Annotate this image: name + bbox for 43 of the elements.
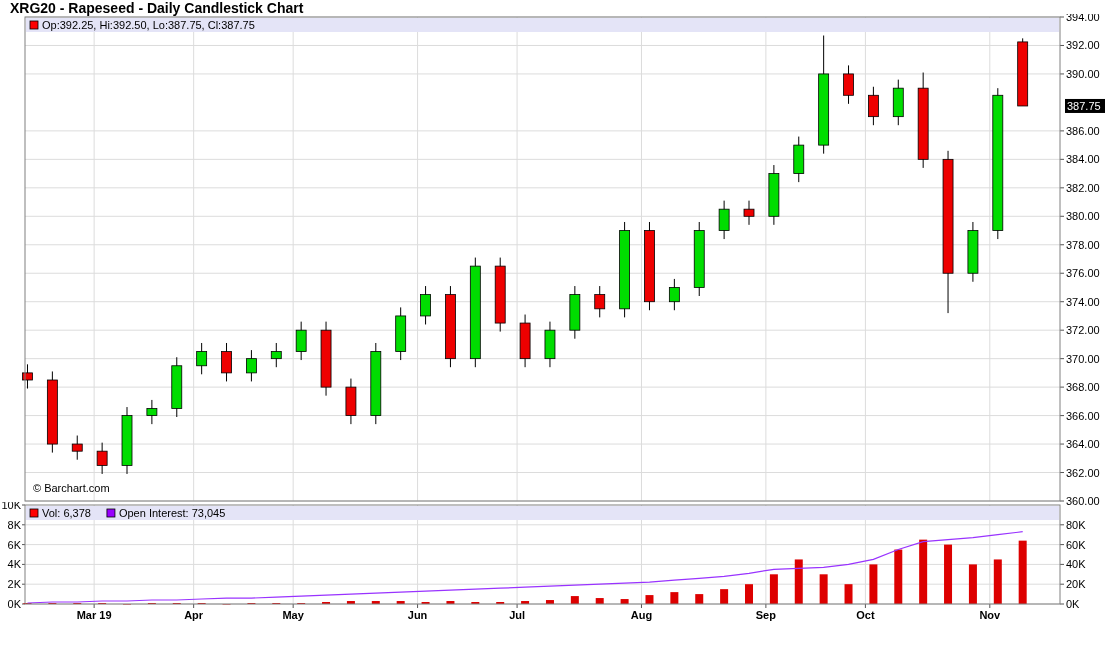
y-axis-label: 2K	[7, 578, 21, 591]
y-axis-label: 384.00	[1066, 153, 1100, 166]
y-axis-label: 392.00	[1066, 39, 1100, 52]
y-axis-label: 378.00	[1066, 238, 1100, 251]
y-axis-label: 390.00	[1066, 67, 1100, 80]
last-price-label: 387.75	[1065, 98, 1105, 113]
legend-text: Op:392.25, Hi:392.50, Lo:387.75, Cl:387.75	[42, 19, 255, 31]
y-axis-label: 382.00	[1066, 181, 1100, 194]
y-axis-label: 366.00	[1066, 409, 1100, 422]
y-axis-label: 370.00	[1066, 352, 1100, 365]
y-axis-label: 20K	[1066, 578, 1086, 591]
x-axis-label: Mar 19	[76, 609, 112, 621]
y-axis-label: 60K	[1066, 538, 1086, 551]
copyright-text: © Barchart.com	[33, 482, 110, 494]
y-axis-label: 4K	[7, 558, 21, 571]
y-axis-label: 362.00	[1066, 466, 1100, 479]
y-axis-label: 6K	[7, 538, 21, 551]
y-axis-label: 380.00	[1066, 210, 1100, 223]
y-axis-label: 376.00	[1066, 267, 1100, 280]
y-axis-label: 386.00	[1066, 124, 1100, 137]
x-axis-label: Apr	[184, 609, 204, 621]
legend-text: Vol: 6,378	[42, 507, 91, 519]
x-axis-label: Sep	[755, 609, 776, 621]
y-axis-label: 374.00	[1066, 295, 1100, 308]
y-axis-label: 364.00	[1066, 438, 1100, 451]
y-axis-label: 360.00	[1066, 495, 1100, 507]
x-axis-label: Aug	[630, 609, 653, 621]
x-axis-label: Nov	[979, 609, 1001, 621]
y-axis-label: 372.00	[1066, 324, 1100, 337]
y-axis-label: 0K	[1066, 598, 1080, 610]
y-axis-label: 10K	[1, 502, 21, 511]
y-axis-label: 40K	[1066, 558, 1086, 571]
x-axis-label: Jun	[407, 609, 428, 621]
legend-text: Open Interest: 73,045	[118, 507, 226, 519]
x-axis-label: Jul	[509, 609, 526, 621]
y-axis-label: 8K	[7, 518, 21, 531]
x-axis-label: May	[282, 609, 304, 621]
chart-title: XRG20 - Rapeseed - Daily Candlestick Chart	[9, 0, 305, 14]
y-axis-label: 394.00	[1066, 14, 1100, 23]
y-axis-label: 80K	[1066, 518, 1086, 531]
y-axis-label: 0K	[7, 598, 21, 610]
y-axis-label: 368.00	[1066, 381, 1100, 394]
x-axis-label: Oct	[856, 609, 875, 621]
